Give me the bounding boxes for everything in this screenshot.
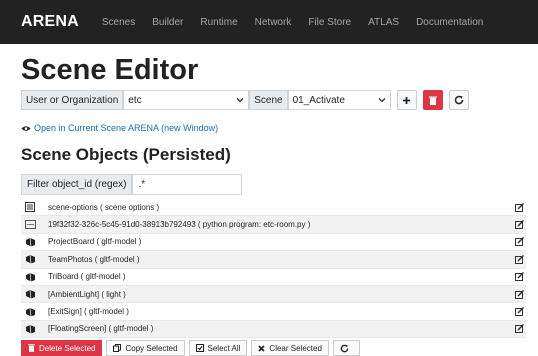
list-item[interactable]: [AmbientLight] ( light ) <box>21 285 526 304</box>
model-icon <box>21 307 39 317</box>
list-item[interactable]: TriBoard ( gltf-model ) <box>21 269 526 286</box>
edit-icon[interactable] <box>512 324 526 334</box>
model-icon <box>21 324 39 334</box>
edit-icon[interactable] <box>512 202 526 212</box>
page-title: Scene Editor <box>21 54 199 86</box>
refresh-objects-button[interactable] <box>332 340 360 356</box>
list-item[interactable]: 19f32f32-326c-5c45-91d0-38913b792493 ( p… <box>21 216 526 234</box>
copy-selected-button[interactable]: Copy Selected <box>106 340 185 356</box>
open-scene-link[interactable]: Open in Current Scene ARENA (new Window) <box>21 123 218 133</box>
nav-link-scenes[interactable]: Scenes <box>102 17 135 28</box>
chevron-down-icon <box>236 98 244 103</box>
list-item[interactable]: [ExitSign] ( gltf-model ) <box>21 303 526 321</box>
top-navbar: ARENA Scenes Builder Runtime Network Fil… <box>0 0 538 44</box>
object-label: ProjectBoard ( gltf-model ) <box>48 237 142 247</box>
refresh-icon <box>454 95 463 105</box>
filter-label: Filter object_id (regex) <box>21 174 133 195</box>
list-item[interactable]: TeamPhotos ( gltf-model ) <box>21 251 526 269</box>
object-label: TriBoard ( gltf-model ) <box>48 272 126 282</box>
edit-icon[interactable] <box>512 220 526 230</box>
checkbox-icon <box>195 344 204 352</box>
filter-input[interactable]: .* <box>132 174 243 195</box>
copy-icon <box>113 344 122 352</box>
edit-icon[interactable] <box>512 289 526 299</box>
trash-icon <box>28 344 35 352</box>
nav-link-builder[interactable]: Builder <box>152 17 183 28</box>
eye-icon <box>21 125 31 131</box>
refresh-scenes-button[interactable] <box>448 90 469 110</box>
object-label: 19f32f32-326c-5c45-91d0-38913b792493 ( p… <box>48 220 311 230</box>
clear-selected-button[interactable]: Clear Selected <box>251 340 329 356</box>
clear-selected-label: Clear Selected <box>269 343 322 353</box>
nav-link-runtime[interactable]: Runtime <box>200 17 237 28</box>
trash-icon <box>428 96 437 105</box>
scene-selector-row: User or Organization etc Scene 01_Activa… <box>21 90 469 110</box>
close-icon <box>258 344 265 352</box>
object-label: scene-options ( scene options ) <box>48 202 160 212</box>
scene-objects-heading: Scene Objects (Persisted) <box>21 145 231 164</box>
brand-logo[interactable]: ARENA <box>21 13 79 31</box>
model-icon <box>21 289 39 299</box>
edit-icon[interactable] <box>512 237 526 247</box>
list-icon <box>21 202 39 213</box>
nav-link-documentation[interactable]: Documentation <box>416 17 483 28</box>
bulk-actions-bar: Delete Selected Copy Selected Select All… <box>21 340 364 356</box>
model-icon <box>21 254 39 264</box>
nav-link-file-store[interactable]: File Store <box>308 17 351 28</box>
delete-selected-button[interactable]: Delete Selected <box>21 340 103 356</box>
select-all-button[interactable]: Select All <box>188 340 248 356</box>
edit-icon[interactable] <box>512 272 526 282</box>
scene-value: 01_Activate <box>292 94 345 106</box>
select-all-label: Select All <box>207 343 241 353</box>
user-org-select[interactable]: etc <box>123 90 250 110</box>
copy-selected-label: Copy Selected <box>125 343 178 353</box>
list-item[interactable]: ProjectBoard ( gltf-model ) <box>21 234 526 252</box>
nav-link-network[interactable]: Network <box>255 17 292 28</box>
add-scene-button[interactable] <box>396 90 417 110</box>
object-label: [FloatingScreen] ( gltf-model ) <box>48 324 154 334</box>
object-filter: Filter object_id (regex) .* <box>21 174 243 195</box>
open-scene-link-text: Open in Current Scene ARENA (new Window) <box>34 123 219 133</box>
scene-label: Scene <box>249 90 288 110</box>
delete-selected-label: Delete Selected <box>39 343 96 353</box>
object-label: [ExitSign] ( gltf-model ) <box>48 307 129 317</box>
list-item[interactable]: [FloatingScreen] ( gltf-model ) <box>21 320 526 339</box>
user-org-value: etc <box>128 94 142 106</box>
model-icon <box>21 237 39 247</box>
list-item[interactable]: scene-options ( scene options ) <box>21 199 526 217</box>
chevron-down-icon <box>378 98 386 103</box>
edit-icon[interactable] <box>512 307 526 317</box>
scene-select[interactable]: 01_Activate <box>287 90 391 110</box>
delete-scene-button[interactable] <box>422 90 443 110</box>
model-icon <box>21 272 39 282</box>
edit-icon[interactable] <box>512 254 526 264</box>
object-label: TeamPhotos ( gltf-model ) <box>48 254 140 264</box>
plus-icon <box>403 96 411 104</box>
refresh-icon <box>340 344 349 352</box>
scene-objects-list: scene-options ( scene options ) 19f32f32… <box>21 199 526 339</box>
program-icon <box>21 220 39 230</box>
object-label: [AmbientLight] ( light ) <box>48 289 126 299</box>
nav-link-atlas[interactable]: ATLAS <box>368 17 399 28</box>
user-org-label: User or Organization <box>21 90 124 110</box>
